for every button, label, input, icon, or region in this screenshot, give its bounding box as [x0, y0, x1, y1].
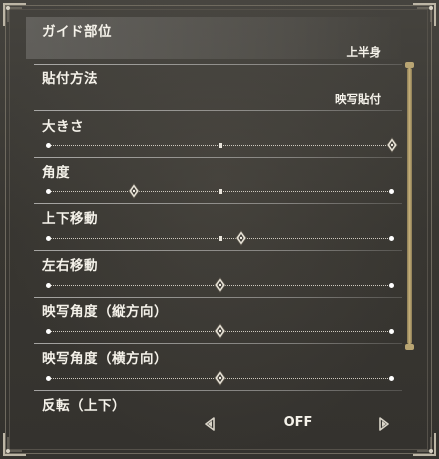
diamond-knob-icon[interactable] — [128, 183, 140, 199]
diamond-knob-icon[interactable] — [234, 230, 247, 246]
row-divider — [34, 297, 402, 298]
corner-ornament-icon — [2, 2, 28, 28]
slider-center-tick — [219, 189, 222, 194]
row-divider — [34, 250, 402, 251]
row-divider — [34, 203, 402, 204]
slider-max-dot — [389, 376, 394, 381]
slider-min-dot — [46, 283, 51, 288]
paste-method-value[interactable]: 映写貼付 — [335, 91, 381, 107]
scrollbar-thumb[interactable] — [407, 68, 412, 344]
angle-label: 角度 — [42, 165, 70, 181]
flip-vertical-value: OFF — [283, 415, 313, 430]
diamond-knob-icon[interactable] — [386, 137, 398, 153]
triangle-left-icon[interactable] — [204, 417, 216, 431]
horizontal-move-label: 左右移動 — [42, 258, 98, 274]
slider-min-dot — [46, 236, 51, 241]
projection-angle-horizontal-label: 映写角度（横方向） — [42, 351, 168, 367]
triangle-right-icon[interactable] — [378, 417, 390, 431]
corner-ornament-icon — [2, 431, 28, 457]
row-divider — [34, 64, 402, 65]
slider-center-tick — [219, 236, 222, 241]
slider-min-dot — [46, 376, 51, 381]
slider-min-dot — [46, 329, 51, 334]
corner-ornament-icon — [411, 431, 437, 457]
scrollbar[interactable] — [405, 62, 414, 350]
row-divider — [34, 157, 402, 158]
projection-angle-horizontal-slider[interactable] — [46, 370, 394, 386]
size-slider[interactable] — [46, 137, 398, 153]
slider-max-dot — [389, 236, 394, 241]
angle-slider[interactable] — [46, 183, 394, 199]
projection-angle-vertical-label: 映写角度（縦方向） — [42, 304, 168, 320]
slider-min-dot — [46, 143, 51, 148]
settings-panel: ガイド部位 上半身 貼付方法 映写貼付 大きさ 角度 上下移動 左右移動 映写角… — [0, 0, 439, 459]
slider-max-dot — [389, 189, 394, 194]
paste-method-label: 貼付方法 — [42, 71, 98, 87]
diamond-knob-icon[interactable] — [214, 370, 226, 386]
corner-ornament-icon — [411, 2, 437, 28]
size-label: 大きさ — [42, 119, 84, 135]
flip-vertical-label: 反転（上下） — [42, 398, 126, 414]
vertical-move-label: 上下移動 — [42, 211, 98, 227]
vertical-move-slider[interactable] — [46, 230, 394, 246]
horizontal-move-slider[interactable] — [46, 277, 394, 293]
diamond-knob-icon[interactable] — [214, 277, 226, 293]
slider-max-dot — [389, 329, 394, 334]
row-divider — [34, 390, 402, 391]
row-divider — [34, 343, 402, 344]
row-divider — [34, 110, 402, 111]
slider-max-dot — [389, 283, 394, 288]
scrollbar-bottom-cap — [405, 344, 414, 350]
diamond-knob-icon[interactable] — [214, 323, 226, 339]
slider-center-tick — [219, 143, 222, 148]
slider-min-dot — [46, 189, 51, 194]
projection-angle-vertical-slider[interactable] — [46, 323, 394, 339]
guide-part-label: ガイド部位 — [42, 24, 112, 40]
guide-part-value[interactable]: 上半身 — [347, 44, 382, 60]
